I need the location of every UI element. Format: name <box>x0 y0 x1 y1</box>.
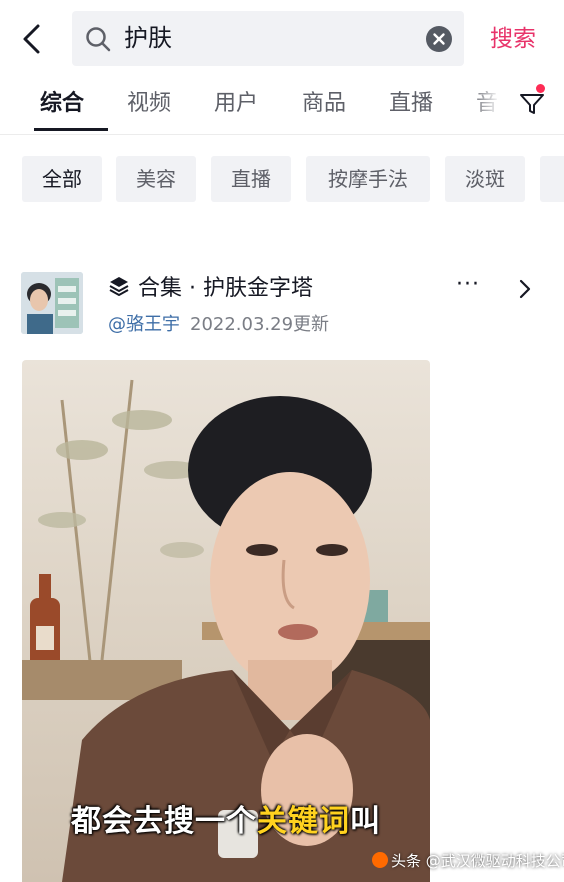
chip-massage[interactable]: 按摩手法 <box>306 156 430 202</box>
cover-thumbnail <box>21 272 83 334</box>
chip-all[interactable]: 全部 <box>22 156 102 202</box>
collection-stack-icon <box>109 277 129 296</box>
collection-meta: @骆王宇 2022.03.29更新 <box>108 310 329 336</box>
tab-fade <box>470 78 500 130</box>
watermark-text: 头条 @武汉微驱动科技公司 <box>391 852 564 870</box>
chip-freckle[interactable]: 淡斑 <box>445 156 525 202</box>
collection-title[interactable]: 合集 · 护肤金字塔 <box>138 270 313 302</box>
caption-highlight: 关键词 <box>257 804 350 839</box>
tab-products[interactable]: 商品 <box>302 78 346 130</box>
tab-live[interactable]: 直播 <box>389 78 433 130</box>
back-arrow-icon[interactable] <box>16 22 50 56</box>
search-icon <box>86 27 111 52</box>
collection-cover[interactable] <box>21 272 83 334</box>
author-link[interactable]: @骆王宇 <box>108 314 180 335</box>
caption-text-after: 叫 <box>350 804 381 839</box>
top-bar: 护肤 搜索 <box>0 0 564 78</box>
filter-icon[interactable] <box>518 90 546 118</box>
active-tab-indicator <box>34 128 108 131</box>
watermark: 头条 @武汉微驱动科技公司 <box>372 850 564 871</box>
video-thumbnail[interactable]: 都会去搜一个关键词叫 <box>22 360 430 882</box>
search-query: 护肤 <box>124 24 172 52</box>
result-tabs: 综合 视频 用户 商品 直播 音 <box>0 78 564 135</box>
filter-chips: 全部 美容 直播 按摩手法 淡斑 t <box>0 156 564 202</box>
video-caption: 都会去搜一个关键词叫 <box>22 796 430 840</box>
more-options-button[interactable]: ··· <box>456 272 480 297</box>
search-input[interactable]: 护肤 <box>72 11 464 66</box>
notification-dot <box>536 84 545 93</box>
caption-text-before: 都会去搜一个 <box>71 804 257 839</box>
clear-icon[interactable] <box>426 26 452 52</box>
toutiao-logo-icon <box>372 852 388 868</box>
chip-more[interactable]: t <box>540 156 564 202</box>
tab-all[interactable]: 综合 <box>40 78 84 130</box>
update-date: 2022.03.29更新 <box>190 314 330 335</box>
chip-beauty[interactable]: 美容 <box>116 156 196 202</box>
tab-users[interactable]: 用户 <box>214 78 258 130</box>
tab-video[interactable]: 视频 <box>127 78 171 130</box>
chevron-right-icon[interactable] <box>515 278 535 300</box>
search-button[interactable]: 搜索 <box>490 0 536 78</box>
chip-live[interactable]: 直播 <box>211 156 291 202</box>
